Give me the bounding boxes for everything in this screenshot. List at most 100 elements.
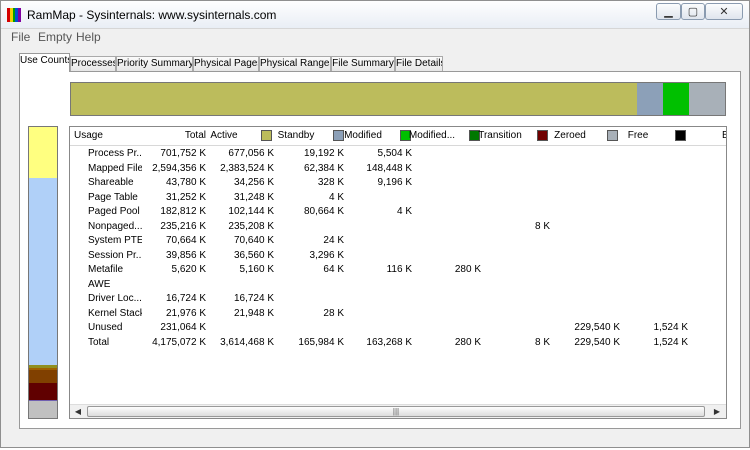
cell-modified xyxy=(348,220,412,234)
cell-modified xyxy=(348,278,412,292)
table-row[interactable]: System PTE 70,664 K 70,640 K 24 K xyxy=(70,234,726,249)
cell-usage: Process Pr... xyxy=(88,148,142,159)
tab-file-details[interactable]: File Details xyxy=(395,56,443,71)
column-header-standby[interactable]: Standby xyxy=(265,127,327,145)
cell-modified xyxy=(348,249,412,263)
cell-modified-nowrite xyxy=(416,176,481,190)
rammap-window: RamMap - Sysinternals: www.sysinternals.… xyxy=(0,0,750,448)
cell-usage: Page Table xyxy=(88,191,138,203)
column-header-active[interactable]: Active xyxy=(193,127,255,145)
cell-zeroed xyxy=(552,147,620,161)
column-header-usage[interactable]: Usage xyxy=(74,127,103,145)
cell-total: 235,216 K xyxy=(160,220,206,232)
cell-active: 2,383,524 K xyxy=(220,162,274,174)
cell-transition xyxy=(484,278,550,292)
cell-standby: 62,384 K xyxy=(303,162,344,174)
icon-stripe xyxy=(18,8,21,22)
cell-zeroed: 229,540 K xyxy=(574,322,620,333)
cell-standby xyxy=(280,321,344,335)
use-counts-table: Usage Total Active Standby Modified Modified.… xyxy=(69,126,727,419)
cell-modified-nowrite xyxy=(416,234,481,248)
tab-processes[interactable]: Processes xyxy=(70,56,116,71)
cell-modified: 163,268 K xyxy=(366,336,412,348)
cell-modified: 148,448 K xyxy=(366,162,412,174)
tab-file-summary[interactable]: File Summary xyxy=(331,56,395,71)
cell-usage: Session Pr... xyxy=(88,249,142,261)
scroll-left-icon[interactable]: ◀ xyxy=(71,405,85,418)
cell-zeroed xyxy=(552,263,620,277)
cell-standby: 165,984 K xyxy=(298,336,344,348)
column-header-zeroed[interactable]: Zeroed xyxy=(539,127,601,145)
table-row[interactable]: Mapped File 2,594,356 K 2,383,524 K 62,384 … xyxy=(70,162,726,177)
cell-transition xyxy=(484,176,550,190)
cell-usage: Shareable xyxy=(88,177,134,188)
cell-transition xyxy=(484,147,550,161)
table-row[interactable]: Total 4,175,072 K 3,614,468 K 165,984 K 163,… xyxy=(70,336,726,351)
cell-usage: Total xyxy=(88,336,110,348)
cell-transition xyxy=(484,191,550,205)
cell-transition: 8 K xyxy=(534,336,550,348)
column-header-transition[interactable]: Transition xyxy=(469,127,531,145)
cell-total: 39,856 K xyxy=(165,249,206,261)
tab-use-counts[interactable]: Use Counts xyxy=(19,53,70,72)
cell-free xyxy=(622,147,688,161)
title-bar[interactable]: RamMap - Sysinternals: www.sysinternals.… xyxy=(1,1,749,29)
cell-zeroed xyxy=(552,220,620,234)
close-button[interactable]: ✕ xyxy=(705,3,743,20)
bar-segment-nonpaged-pool xyxy=(29,383,57,401)
cell-modified xyxy=(348,191,412,205)
column-header-modified[interactable]: Modified xyxy=(332,127,394,145)
cell-transition: 8 K xyxy=(534,220,550,232)
bar-segment-unused xyxy=(29,401,57,418)
table-row[interactable]: Session Pr... 39,856 K 36,560 K 3,296 K xyxy=(70,249,726,264)
table-row[interactable]: Page Table 31,252 K 31,248 K 4 K xyxy=(70,191,726,206)
menu-file[interactable]: File xyxy=(11,30,30,44)
cell-free xyxy=(622,205,688,219)
cell-usage: System PTE xyxy=(88,235,142,246)
cell-total: 5,620 K xyxy=(171,264,206,275)
cell-modified-nowrite xyxy=(416,292,481,306)
menu-help[interactable]: Help xyxy=(76,30,101,44)
column-header-free[interactable]: Free xyxy=(607,127,669,145)
table-row[interactable]: Process Pr... 701,752 K 677,056 K 19,192 K 5… xyxy=(70,147,726,162)
memory-usage-bar xyxy=(28,126,58,419)
table-row[interactable]: Shareable 43,780 K 34,256 K 328 K 9,196 K xyxy=(70,176,726,191)
table-row[interactable]: Driver Loc... 16,724 K 16,724 K xyxy=(70,292,726,307)
column-header-modified-nowrite[interactable]: Modified... xyxy=(401,127,463,145)
scroll-thumb[interactable]: ||| xyxy=(87,406,705,417)
cell-transition xyxy=(484,234,550,248)
cell-total: 4,175,072 K xyxy=(152,336,206,348)
scroll-right-icon[interactable]: ▶ xyxy=(710,405,724,418)
cell-active: 3,614,468 K xyxy=(220,336,274,348)
cell-transition xyxy=(484,162,550,176)
cell-usage: Unused xyxy=(88,322,123,333)
cell-modified-nowrite xyxy=(416,162,481,176)
tab-priority-summary[interactable]: Priority Summary xyxy=(116,56,193,71)
cell-standby: 3,296 K xyxy=(309,249,344,261)
column-header-bad[interactable]: B xyxy=(722,127,726,145)
cell-standby xyxy=(280,292,344,306)
table-row[interactable]: AWE xyxy=(70,278,726,293)
table-row[interactable]: Metafile 5,620 K 5,160 K 64 K 116 K 280 K xyxy=(70,263,726,278)
minimize-button[interactable]: ▁ xyxy=(656,3,681,20)
cell-usage: Paged Pool xyxy=(88,206,140,217)
maximize-button[interactable]: ▢ xyxy=(681,3,705,20)
cell-usage: Driver Loc... xyxy=(88,293,142,304)
cell-active: 70,640 K xyxy=(233,235,274,246)
cell-free xyxy=(622,307,688,321)
cell-active: 5,160 K xyxy=(239,264,274,275)
cell-modified xyxy=(348,234,412,248)
bar-segment-active xyxy=(71,83,638,115)
cell-standby xyxy=(280,220,344,234)
table-row[interactable]: Unused 231,064 K 229,540 K 1,524 K xyxy=(70,321,726,336)
horizontal-scrollbar[interactable]: ◀ ||| ▶ xyxy=(70,404,726,418)
menu-empty[interactable]: Empty xyxy=(38,30,72,44)
table-row[interactable]: Paged Pool 182,812 K 102,144 K 80,664 K 4 K xyxy=(70,205,726,220)
tab-physical-ranges[interactable]: Physical Ranges xyxy=(259,56,331,71)
cell-total xyxy=(140,278,206,292)
cell-total: 70,664 K xyxy=(165,235,206,246)
cell-modified xyxy=(348,321,412,335)
tab-physical-pages[interactable]: Physical Pages xyxy=(193,56,259,71)
table-row[interactable]: Nonpaged... 235,216 K 235,208 K 8 K xyxy=(70,220,726,235)
table-row[interactable]: Kernel Stack 21,976 K 21,948 K 28 K xyxy=(70,307,726,322)
